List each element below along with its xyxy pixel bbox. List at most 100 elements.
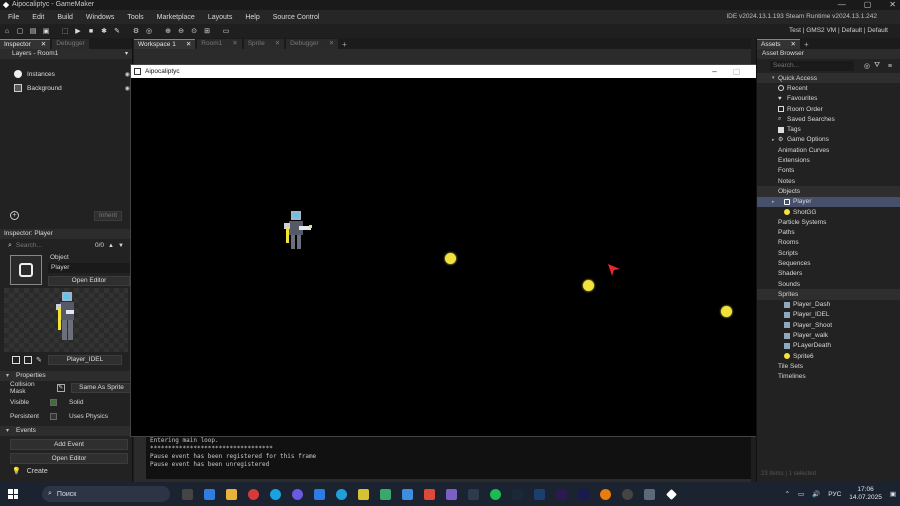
tab-inspector[interactable]: Inspector ✕ (0, 39, 51, 50)
asset-object-player[interactable]: ▸ Player (757, 196, 900, 207)
tab-debugger-ws[interactable]: Debugger ✕ (286, 39, 339, 49)
zoom-reset-icon[interactable]: ⊙ (189, 26, 199, 36)
taskbar-search[interactable]: ⌕ Поиск (42, 486, 170, 502)
game-maximize-button[interactable]: ▢ (733, 65, 741, 78)
app-icon[interactable] (424, 488, 435, 500)
folder-objects[interactable]: Objects (757, 186, 900, 197)
target-icon[interactable]: ◎ (864, 62, 870, 70)
steam-icon[interactable] (512, 488, 523, 500)
minimize-button[interactable]: — (838, 0, 846, 10)
asset-tags[interactable]: Tags (757, 124, 900, 134)
open-editor-button[interactable]: Open Editor (48, 276, 130, 286)
asset-sprite-player-idel[interactable]: Player_IDEL (757, 310, 900, 320)
discord-icon[interactable] (292, 488, 303, 500)
new-project-icon[interactable]: ▢ (15, 26, 25, 36)
asset-favourites[interactable]: ♥ Favourites (757, 94, 900, 104)
windows-start-icon[interactable] (8, 489, 18, 499)
visual-studio-icon[interactable] (446, 488, 457, 500)
chevron-up-icon[interactable]: ⌃ (785, 490, 790, 498)
add-event-button[interactable]: Add Event (10, 439, 128, 450)
asset-room-order[interactable]: Room Order (757, 104, 900, 114)
folder-particle-systems[interactable]: Particle Systems (757, 217, 900, 227)
gamemaker-runner-icon[interactable] (666, 488, 677, 500)
clean-icon[interactable]: ✎ (112, 26, 122, 36)
fit-icon[interactable]: ⊞ (202, 26, 212, 36)
tab-debugger[interactable]: Debugger (52, 39, 89, 49)
search-input[interactable]: Search... (16, 242, 42, 249)
filter-icon[interactable]: ⛛ (874, 62, 880, 70)
close-icon[interactable]: ✕ (329, 39, 334, 49)
monitor-icon[interactable]: ▭ (221, 26, 231, 36)
chevron-up-icon[interactable]: ▲ (108, 243, 114, 249)
close-icon[interactable]: ✕ (791, 40, 796, 50)
game-minimize-button[interactable]: – (712, 65, 716, 78)
volume-icon[interactable]: 🔊 (812, 490, 820, 498)
photoshop-icon[interactable] (534, 488, 545, 500)
zoom-in-icon[interactable]: ⊕ (163, 26, 173, 36)
folder-tile-sets[interactable]: Tile Sets (757, 361, 900, 371)
tab-sprite[interactable]: Sprite ✕ (243, 39, 285, 49)
object-name-field[interactable]: Player (48, 263, 130, 273)
stop-icon[interactable]: ■ (86, 26, 96, 36)
folder-sequences[interactable]: Sequences (757, 258, 900, 268)
menu-layouts[interactable]: Layouts (208, 14, 233, 21)
run-icon[interactable]: ▶ (73, 26, 83, 36)
asset-game-options[interactable]: ▸ ⚙ Game Options (757, 135, 900, 145)
properties-section[interactable]: Properties (0, 371, 132, 381)
visible-checkbox[interactable] (50, 398, 57, 406)
inherit-button[interactable]: Inherit (94, 211, 122, 221)
sprite-edit-icon[interactable] (24, 356, 32, 364)
asset-sprite-player-death[interactable]: PLayerDeath (757, 341, 900, 351)
menu-icon[interactable]: ≡ (888, 63, 892, 70)
menu-marketplace[interactable]: Marketplace (157, 14, 195, 21)
debug-icon[interactable]: ✱ (99, 26, 109, 36)
tab-room1[interactable]: Room1 ✕ (197, 39, 242, 49)
sprite-selector[interactable]: Player_IDEL (48, 355, 122, 365)
folder-fonts[interactable]: Fonts (757, 166, 900, 176)
folder-notes[interactable]: Notes (757, 176, 900, 186)
folder-shaders[interactable]: Shaders (757, 269, 900, 279)
folder-paths[interactable]: Paths (757, 227, 900, 237)
pencil-icon[interactable]: ✎ (57, 384, 66, 392)
save-icon[interactable]: ▣ (41, 26, 51, 36)
telegram-icon[interactable] (336, 488, 347, 500)
quick-access-folder[interactable]: ▾ Quick Access (757, 73, 900, 84)
layer-instances[interactable]: Instances ◉ (0, 67, 132, 81)
game-options-icon[interactable]: ◎ (144, 26, 154, 36)
blender-icon[interactable] (600, 488, 611, 500)
app-icon[interactable] (468, 488, 479, 500)
layer-background[interactable]: Background ◉ (0, 81, 132, 95)
create-event-row[interactable]: 💡 Create (0, 464, 132, 478)
folder-sprites[interactable]: Sprites (757, 289, 900, 300)
asset-saved-searches[interactable]: ⌕ Saved Searches (757, 114, 900, 124)
task-view-icon[interactable] (182, 488, 193, 500)
home-icon[interactable]: ⌂ (2, 26, 12, 36)
pencil-icon[interactable]: ✎ (36, 356, 42, 364)
asset-sprite-player-dash[interactable]: Player_Dash (757, 300, 900, 310)
menu-file[interactable]: File (8, 14, 19, 21)
close-button[interactable]: ✕ (889, 0, 896, 10)
folder-timelines[interactable]: Timelines (757, 372, 900, 382)
spotify-icon[interactable] (490, 488, 501, 500)
maximize-button[interactable]: ▢ (864, 0, 872, 10)
asset-object-shotgg[interactable]: ShotGG (757, 207, 900, 217)
gear-icon[interactable]: ⚙ (131, 26, 141, 36)
persistent-checkbox[interactable] (50, 412, 57, 420)
events-section[interactable]: Events (0, 426, 132, 436)
vk-icon[interactable] (314, 488, 325, 500)
build-icon[interactable]: ⬚ (60, 26, 70, 36)
tab-assets[interactable]: Assets ✕ (757, 39, 800, 49)
asset-recent[interactable]: Recent (757, 83, 900, 93)
target-info[interactable]: Test | GMS2 VM | Default | Default (789, 27, 888, 34)
close-icon[interactable]: ✕ (186, 40, 191, 50)
folder-scripts[interactable]: Scripts (757, 248, 900, 258)
open-editor-events-button[interactable]: Open Editor (10, 453, 128, 464)
zoom-out-icon[interactable]: ⊖ (176, 26, 186, 36)
close-icon[interactable]: ✕ (41, 40, 46, 50)
after-effects-icon[interactable] (578, 488, 589, 500)
visual-studio-code-icon[interactable] (402, 488, 413, 500)
menu-help[interactable]: Help (245, 14, 259, 21)
sprite-icon[interactable] (12, 356, 20, 364)
menu-windows[interactable]: Windows (86, 14, 114, 21)
chevron-down-icon[interactable]: ▼ (118, 243, 124, 249)
